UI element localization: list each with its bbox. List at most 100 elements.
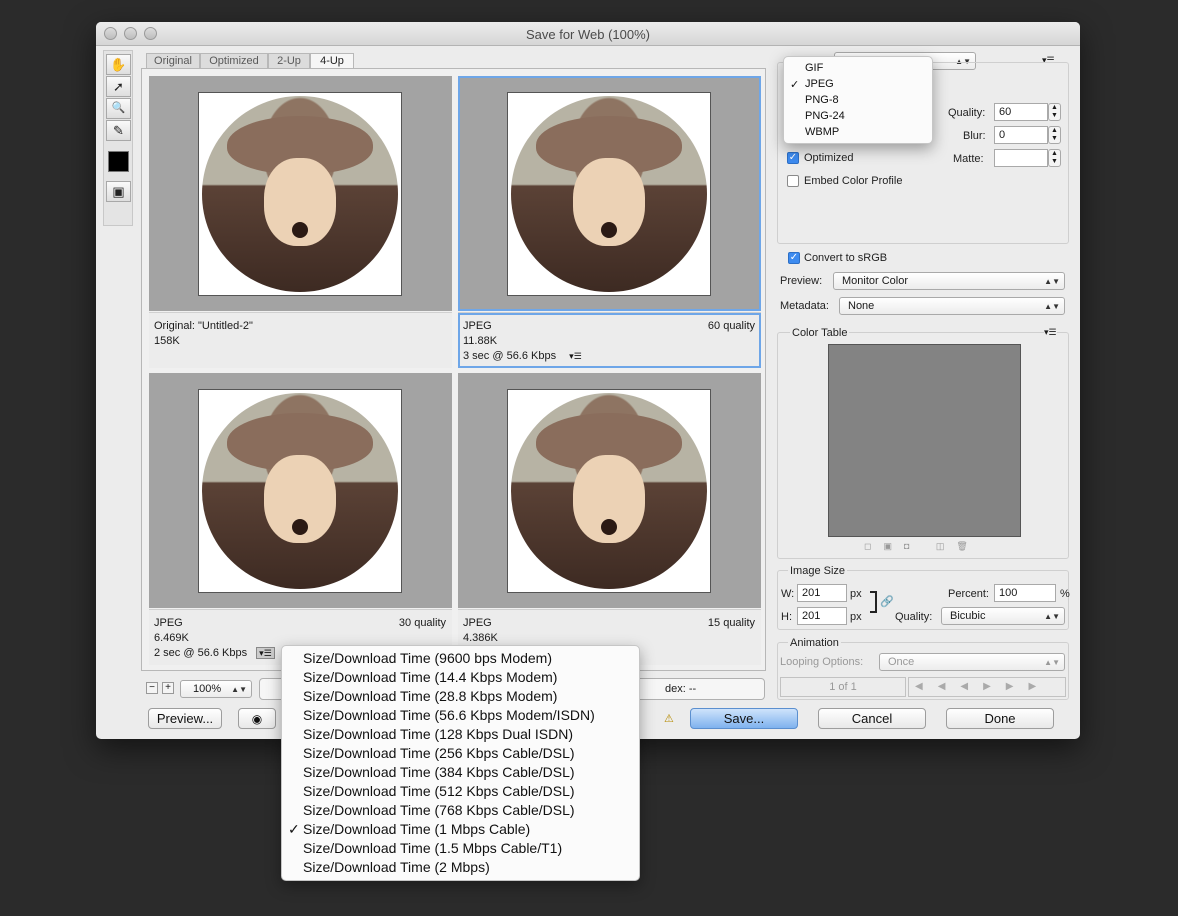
eyedropper-icon[interactable]: ✎ bbox=[106, 120, 131, 141]
preview-image bbox=[507, 92, 711, 296]
download-time-label: Size/Download Time (1.5 Mbps Cable/T1) bbox=[303, 840, 563, 856]
tab-2up[interactable]: 2-Up bbox=[268, 53, 310, 69]
constrain-bracket bbox=[870, 591, 877, 613]
download-time-menu[interactable]: Size/Download Time (9600 bps Modem) Size/… bbox=[281, 645, 640, 881]
animation-title: Animation bbox=[788, 637, 841, 649]
window-title: Save for Web (100%) bbox=[525, 27, 651, 42]
matte-stepper[interactable]: ▲ ▼ bbox=[1048, 149, 1061, 167]
toolbox: ✋ ➚ 🔍 ✎ ▣ bbox=[103, 50, 133, 226]
format-option-png24[interactable]: PNG-24 bbox=[784, 110, 932, 122]
color-table-menu-icon[interactable]: ▾☰ bbox=[1044, 327, 1057, 338]
download-time-option[interactable]: Size/Download Time (384 Kbps Cable/DSL) bbox=[282, 763, 639, 782]
preview-label: Preview: bbox=[780, 275, 823, 287]
resample-quality-select[interactable]: Bicubic ▲▼ bbox=[941, 607, 1065, 625]
download-time-option[interactable]: Size/Download Time (2 Mbps) bbox=[282, 858, 639, 877]
download-time-option[interactable]: Size/Download Time (28.8 Kbps Modem) bbox=[282, 687, 639, 706]
download-time-label: Size/Download Time (28.8 Kbps Modem) bbox=[303, 688, 558, 704]
color-table-actions: ◻▣◘ ◫🗑 bbox=[864, 541, 980, 551]
pane-size: 158K bbox=[154, 335, 180, 347]
format-option-wbmp[interactable]: WBMP bbox=[784, 126, 932, 138]
color-index: dex: -- bbox=[665, 683, 697, 695]
browser-preview-button[interactable]: ◉ bbox=[238, 708, 276, 729]
convert-srgb-label: Convert to sRGB bbox=[804, 252, 888, 264]
zoom-icon[interactable]: 🔍 bbox=[106, 98, 131, 119]
format-option-gif[interactable]: GIF bbox=[784, 62, 932, 74]
pane-download-time: 3 sec @ 56.6 Kbps bbox=[463, 350, 557, 362]
pane-size: 4.386K bbox=[463, 632, 498, 644]
preview-select[interactable]: Monitor Color ▲▼ bbox=[833, 272, 1065, 290]
preview-pane-jpeg-30[interactable]: JPEG 30 quality 6.469K 2 sec @ 56.6 Kbps… bbox=[149, 373, 452, 665]
metadata-select[interactable]: None ▲▼ bbox=[839, 297, 1065, 315]
download-time-label: Size/Download Time (512 Kbps Cable/DSL) bbox=[303, 783, 575, 799]
download-time-option[interactable]: Size/Download Time (9600 bps Modem) bbox=[282, 649, 639, 668]
download-time-option[interactable]: ✓ Size/Download Time (1 Mbps Cable) bbox=[282, 820, 639, 839]
percent-unit: % bbox=[1060, 588, 1070, 600]
zoom-out-button[interactable]: − bbox=[146, 682, 158, 694]
check-icon: ✓ bbox=[790, 79, 800, 91]
check-icon: ✓ bbox=[288, 821, 300, 837]
blur-stepper[interactable]: ▲ ▼ bbox=[1048, 126, 1061, 144]
preview-canvas bbox=[458, 373, 761, 608]
tab-original[interactable]: Original bbox=[146, 53, 200, 69]
download-menu-icon[interactable]: ▾☰ bbox=[569, 351, 582, 361]
download-time-option[interactable]: Size/Download Time (1.5 Mbps Cable/T1) bbox=[282, 839, 639, 858]
preview-canvas bbox=[149, 76, 452, 311]
title-bar: Save for Web (100%) bbox=[96, 22, 1080, 46]
zoom-level: 100% bbox=[193, 683, 222, 695]
zoom-in-button[interactable]: + bbox=[162, 682, 174, 694]
optimized-checkbox[interactable]: ✓ bbox=[787, 152, 799, 164]
slice-select-icon[interactable]: ➚ bbox=[106, 76, 131, 97]
cancel-button[interactable]: Cancel bbox=[818, 708, 926, 729]
preview-pane-jpeg-15[interactable]: JPEG 15 quality 4.386K bbox=[458, 373, 761, 665]
pane-info: Original: "Untitled-2" 158K bbox=[149, 312, 452, 368]
download-time-option[interactable]: Size/Download Time (512 Kbps Cable/DSL) bbox=[282, 782, 639, 801]
zoom-level-select[interactable]: 100% ▲▼ bbox=[180, 680, 252, 698]
preview-image bbox=[198, 92, 402, 296]
preview-pane-original[interactable]: Original: "Untitled-2" 158K bbox=[149, 76, 452, 368]
format-menu[interactable]: GIF ✓ JPEG PNG-8 PNG-24 WBMP bbox=[783, 56, 933, 144]
save-button[interactable]: Save... bbox=[690, 708, 798, 729]
metadata-label: Metadata: bbox=[780, 300, 829, 312]
tab-optimized[interactable]: Optimized bbox=[200, 53, 268, 69]
resample-quality-label: Quality: bbox=[895, 611, 933, 623]
percent-label: Percent: bbox=[948, 588, 989, 600]
save-for-web-dialog: Save for Web (100%) ✋ ➚ 🔍 ✎ ▣ Original O… bbox=[96, 22, 1080, 739]
quality-stepper[interactable]: ▲ ▼ bbox=[1048, 103, 1061, 121]
download-time-label: Size/Download Time (128 Kbps Dual ISDN) bbox=[303, 726, 574, 742]
link-icon[interactable]: 🔗 bbox=[880, 595, 894, 608]
slices-toggle-icon[interactable]: ▣ bbox=[106, 181, 131, 202]
preview-pane-jpeg-60[interactable]: JPEG 60 quality 11.88K 3 sec @ 56.6 Kbps… bbox=[458, 76, 761, 368]
looping-select[interactable]: Once ▲▼ bbox=[879, 653, 1065, 671]
hand-icon[interactable]: ✋ bbox=[106, 54, 131, 75]
convert-srgb-checkbox[interactable]: ✓ bbox=[788, 252, 800, 264]
height-unit: px bbox=[850, 611, 862, 623]
preview-button[interactable]: Preview... bbox=[148, 708, 222, 729]
pane-quality: 30 quality bbox=[398, 617, 446, 629]
format-option-png8[interactable]: PNG-8 bbox=[784, 94, 932, 106]
percent-field[interactable]: 100 bbox=[994, 584, 1056, 602]
download-menu-icon[interactable]: ▾☰ bbox=[256, 647, 275, 659]
download-time-option[interactable]: Size/Download Time (256 Kbps Cable/DSL) bbox=[282, 744, 639, 763]
done-button[interactable]: Done bbox=[946, 708, 1054, 729]
download-time-option[interactable]: Size/Download Time (56.6 Kbps Modem/ISDN… bbox=[282, 706, 639, 725]
frame-counter: 1 of 1 bbox=[780, 677, 906, 697]
preview-image bbox=[507, 389, 711, 593]
height-label: H: bbox=[781, 611, 792, 623]
matte-field[interactable] bbox=[994, 149, 1048, 167]
height-field[interactable]: 201 bbox=[797, 607, 847, 625]
preview-value: Monitor Color bbox=[842, 275, 909, 287]
download-time-label: Size/Download Time (384 Kbps Cable/DSL) bbox=[303, 764, 575, 780]
format-option-jpeg[interactable]: ✓ JPEG bbox=[784, 78, 932, 91]
download-time-option[interactable]: Size/Download Time (14.4 Kbps Modem) bbox=[282, 668, 639, 687]
embed-color-profile-checkbox[interactable] bbox=[787, 175, 799, 187]
download-time-option[interactable]: Size/Download Time (768 Kbps Cable/DSL) bbox=[282, 801, 639, 820]
download-time-option[interactable]: Size/Download Time (128 Kbps Dual ISDN) bbox=[282, 725, 639, 744]
animation-controls[interactable]: ◀◀◀▶▶▶ bbox=[908, 677, 1066, 697]
pane-quality: 15 quality bbox=[707, 617, 755, 629]
color-swatch-icon[interactable] bbox=[108, 151, 129, 172]
tab-4up[interactable]: 4-Up bbox=[310, 53, 354, 69]
download-time-label: Size/Download Time (256 Kbps Cable/DSL) bbox=[303, 745, 575, 761]
width-field[interactable]: 201 bbox=[797, 584, 847, 602]
quality-field[interactable]: 60 bbox=[994, 103, 1048, 121]
blur-field[interactable]: 0 bbox=[994, 126, 1048, 144]
